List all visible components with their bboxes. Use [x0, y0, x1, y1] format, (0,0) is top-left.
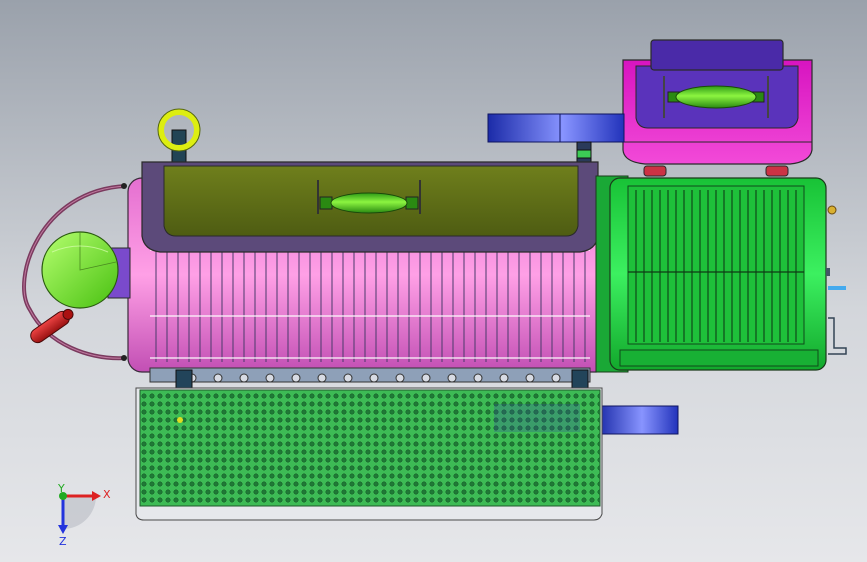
rail-bump — [525, 373, 535, 383]
motor-plug — [828, 317, 847, 355]
coordinate-triad: X Y Z — [57, 482, 111, 548]
top-handle-grip — [675, 85, 757, 109]
rail-bump — [239, 373, 249, 383]
rail-bump — [291, 373, 301, 383]
motor-housing[interactable] — [595, 175, 847, 373]
drum-handle-grip — [330, 192, 408, 214]
rail-bump — [551, 373, 561, 383]
rail-bump — [499, 373, 509, 383]
top-box[interactable] — [622, 39, 813, 177]
z-axis-arrow — [58, 525, 68, 534]
motor-base — [619, 349, 819, 367]
motor-switch[interactable] — [828, 286, 846, 290]
lifting-hoop — [157, 108, 201, 171]
red-knob[interactable] — [28, 306, 76, 346]
top-box-foot-left — [643, 165, 667, 177]
rail-bump — [447, 373, 457, 383]
cad-viewport[interactable]: X Y Z — [0, 0, 867, 562]
x-axis-arrow — [92, 491, 101, 501]
rail-bump — [369, 373, 379, 383]
rail-bumps — [187, 373, 561, 383]
triad-quadrant — [63, 496, 96, 529]
blue-bracket-lower[interactable] — [597, 405, 679, 435]
perforated-tray[interactable] — [135, 387, 603, 521]
rail-bump — [473, 373, 483, 383]
blue-bracket-upper[interactable] — [487, 113, 625, 143]
motor-slats — [635, 190, 797, 342]
top-box-lid[interactable] — [650, 39, 784, 71]
rail-bump — [265, 373, 275, 383]
end-cap[interactable] — [41, 231, 131, 309]
top-box-foot-right — [765, 165, 789, 177]
y-axis-label: Y — [57, 482, 65, 495]
x-axis-label: X — [103, 488, 111, 501]
rail-bump — [421, 373, 431, 383]
rail-bump — [213, 373, 223, 383]
drum[interactable] — [127, 161, 611, 383]
motor-indicator — [827, 205, 837, 215]
rail-bump — [317, 373, 327, 383]
z-axis-label: Z — [59, 535, 67, 548]
rail-bump — [395, 373, 405, 383]
rail-bump — [343, 373, 353, 383]
